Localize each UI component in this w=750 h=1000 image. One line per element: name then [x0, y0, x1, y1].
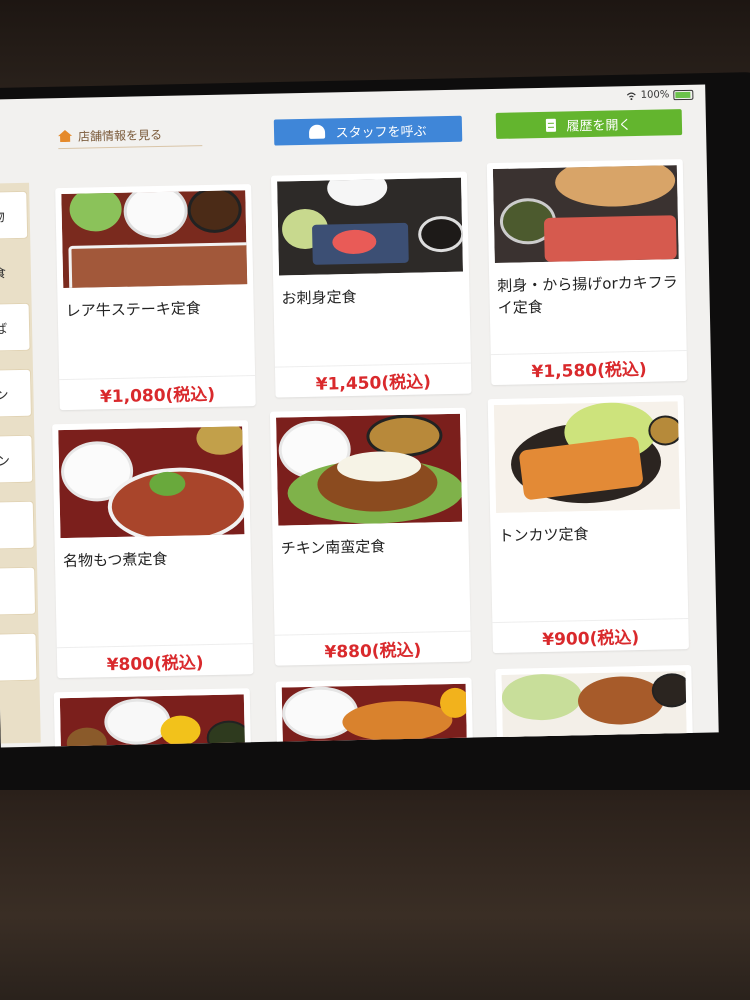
menu-item-card[interactable]: チキン南蛮定食 ¥880(税込) — [269, 407, 472, 666]
category-sidebar: 物 食 ば ン ン — [0, 182, 41, 744]
tablet-screen: 100% 店舗情報を見る スタッフを呼ぶ 履歴を開く 物 食 ば ン ン レア牛… — [0, 84, 719, 748]
store-info-button[interactable]: 店舗情報を見る — [57, 121, 203, 150]
menu-item-card[interactable]: 刺身・から揚げorカキフライ定食 ¥1,580(税込) — [486, 159, 688, 386]
price-bar: ¥800(税込) — [56, 643, 254, 679]
bell-icon — [309, 124, 326, 139]
menu-item-card[interactable]: レア牛ステーキ定食 ¥1,080(税込) — [55, 184, 256, 411]
sidebar-item[interactable]: 食 — [0, 247, 29, 296]
price-bar: ¥880(税込) — [274, 630, 472, 666]
sidebar-item[interactable]: ン — [0, 434, 34, 484]
menu-item-name: お刺身定食 — [281, 287, 357, 308]
menu-item-card[interactable] — [53, 688, 253, 748]
food-photo — [276, 413, 463, 526]
document-icon — [546, 118, 557, 132]
menu-item-price: ¥1,580(税込) — [531, 359, 647, 382]
food-photo — [61, 190, 248, 289]
sidebar-item-label: 食 — [0, 265, 7, 282]
menu-item-price: ¥1,450(税込) — [315, 371, 432, 395]
sidebar-item[interactable] — [0, 500, 35, 550]
sidebar-item-label: ン — [0, 453, 11, 469]
menu-item-card[interactable]: 名物もつ煮定食 ¥800(税込) — [52, 420, 254, 679]
food-photo — [59, 694, 247, 748]
call-staff-button[interactable]: スタッフを呼ぶ — [273, 115, 463, 146]
menu-item-name: 名物もつ煮定食 — [62, 549, 168, 571]
store-info-label: 店舗情報を見る — [77, 127, 163, 144]
sidebar-item[interactable] — [0, 632, 38, 682]
food-photo — [493, 401, 681, 514]
home-icon — [58, 129, 73, 143]
food-photo — [492, 165, 679, 263]
price-bar: ¥1,080(税込) — [59, 375, 256, 411]
table-surface — [0, 790, 750, 1000]
open-history-button[interactable]: 履歴を開く — [495, 109, 683, 139]
food-photo — [281, 683, 468, 748]
menu-item-price: ¥800(税込) — [106, 652, 204, 675]
menu-item-name: 刺身・から揚げorカキフライ定食 — [497, 273, 678, 317]
food-photo — [58, 426, 245, 539]
menu-item-card[interactable]: お刺身定食 ¥1,450(税込) — [270, 171, 472, 398]
menu-item-price: ¥900(税込) — [542, 627, 640, 650]
battery-text: 100% — [640, 89, 670, 101]
sidebar-item-label: 物 — [0, 209, 5, 226]
price-bar: ¥900(税込) — [492, 618, 689, 654]
open-history-label: 履歴を開く — [566, 117, 632, 134]
menu-item-card[interactable]: トンカツ定食 ¥900(税込) — [487, 395, 689, 654]
menu-item-name: レア牛ステーキ定食 — [65, 299, 201, 320]
menu-grid: レア牛ステーキ定食 ¥1,080(税込) お刺身定食 ¥1,450(税込) 刺身… — [43, 159, 703, 748]
sidebar-item-label: ン — [0, 387, 9, 403]
menu-item-name: トンカツ定食 — [498, 525, 589, 545]
food-photo — [277, 177, 464, 276]
wifi-icon — [627, 91, 637, 100]
sidebar-item-label: ば — [0, 321, 8, 337]
call-staff-label: スタッフを呼ぶ — [335, 123, 427, 141]
price-bar: ¥1,580(税込) — [490, 349, 688, 386]
sidebar-item[interactable] — [0, 566, 37, 616]
status-bar: 100% — [627, 89, 694, 101]
sidebar-item[interactable]: ン — [0, 368, 32, 418]
menu-item-name: チキン南蛮定食 — [280, 537, 386, 558]
price-bar: ¥1,450(税込) — [274, 362, 472, 398]
menu-item-price: ¥1,080(税込) — [99, 384, 216, 407]
menu-item-card[interactable] — [275, 677, 475, 748]
sidebar-item[interactable]: ば — [0, 302, 31, 352]
sidebar-item[interactable]: 物 — [0, 190, 29, 240]
menu-item-price: ¥880(税込) — [324, 640, 422, 663]
battery-icon — [673, 89, 694, 100]
